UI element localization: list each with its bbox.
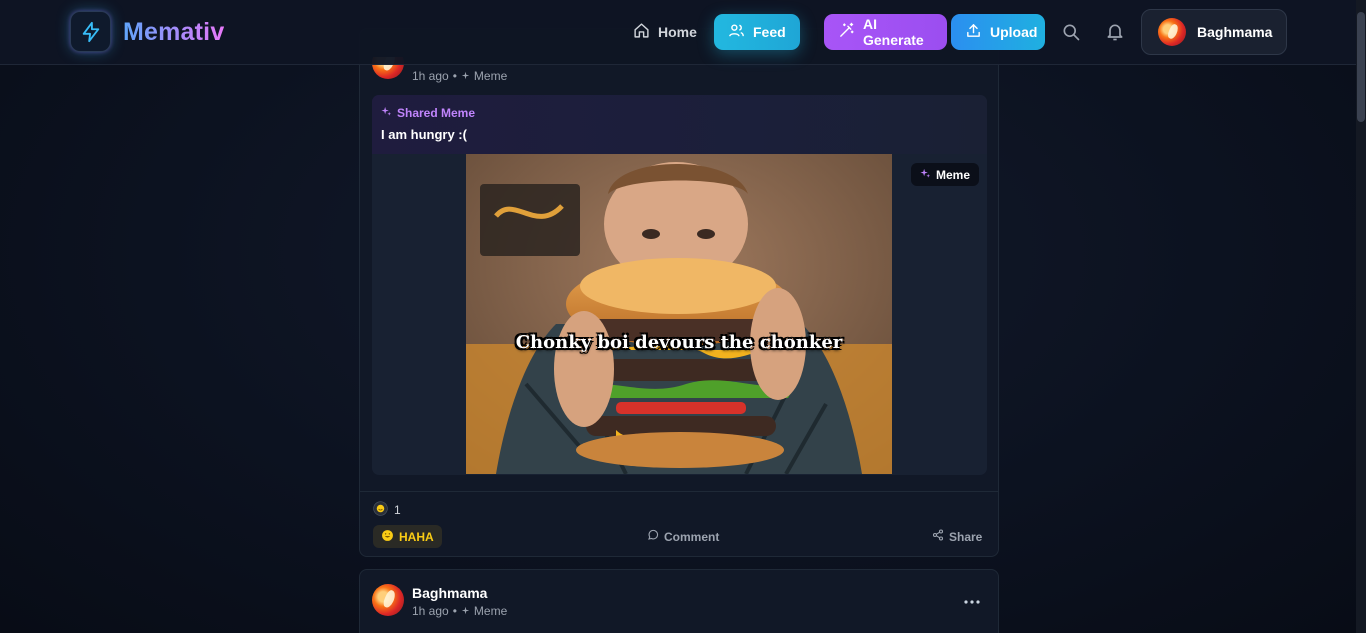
avatar bbox=[1158, 18, 1186, 46]
feed-post-card: 1h ago • Meme Shared Meme I am hungry :( bbox=[359, 28, 999, 557]
laugh-emoji-icon bbox=[381, 529, 394, 545]
upload-label: Upload bbox=[990, 24, 1038, 40]
brand-name[interactable]: Memativ bbox=[123, 18, 224, 47]
top-navbar: Memativ Home Feed AI Generate Upload Bag… bbox=[0, 0, 1356, 65]
reaction-count: 1 bbox=[394, 503, 401, 517]
laugh-emoji-icon bbox=[373, 501, 388, 519]
nav-home-label: Home bbox=[658, 24, 697, 40]
share-icon bbox=[932, 529, 944, 544]
nav-feed-label: Feed bbox=[753, 24, 786, 40]
meta-separator: • bbox=[452, 604, 457, 618]
comment-button[interactable]: Comment bbox=[647, 529, 719, 544]
card-divider bbox=[360, 491, 998, 492]
shared-meme-label: Shared Meme bbox=[397, 106, 476, 120]
scrollbar-thumb[interactable] bbox=[1357, 12, 1365, 122]
ai-generate-label: AI Generate bbox=[863, 16, 924, 48]
logo-icon[interactable] bbox=[70, 11, 111, 52]
magic-wand-icon bbox=[838, 22, 855, 42]
sparkle-icon bbox=[461, 69, 470, 83]
post-time: 1h ago bbox=[412, 69, 449, 83]
post-time: 1h ago bbox=[412, 604, 449, 618]
post-type: Meme bbox=[473, 604, 508, 618]
haha-reaction-button[interactable]: HAHA bbox=[373, 525, 442, 548]
upload-icon bbox=[965, 22, 982, 42]
feed-post-card: Baghmama 1h ago • Meme bbox=[359, 569, 999, 633]
upload-button[interactable]: Upload bbox=[951, 14, 1045, 50]
sparkles-icon bbox=[381, 106, 392, 120]
search-icon[interactable] bbox=[1059, 20, 1083, 44]
shared-meme-box[interactable]: Shared Meme I am hungry :(Chonky boi de… bbox=[372, 95, 987, 475]
shared-meme-tag: Shared Meme bbox=[381, 106, 475, 120]
more-options-icon[interactable] bbox=[962, 594, 982, 604]
nav-feed-button[interactable]: Feed bbox=[714, 14, 800, 50]
meme-caption: Chonky boi devours the chonker bbox=[515, 332, 843, 353]
reaction-summary[interactable]: 1 bbox=[373, 501, 401, 519]
bell-icon[interactable] bbox=[1103, 20, 1127, 44]
comment-label: Comment bbox=[664, 529, 720, 544]
share-button[interactable]: Share bbox=[932, 529, 982, 544]
nav-home-button[interactable]: Home bbox=[619, 14, 708, 50]
post-author[interactable]: Baghmama bbox=[412, 585, 487, 601]
profile-menu-button[interactable]: Baghmama bbox=[1141, 9, 1287, 55]
ai-generate-button[interactable]: AI Generate bbox=[824, 14, 947, 50]
meta-separator: • bbox=[452, 69, 457, 83]
page-scrollbar[interactable] bbox=[1356, 0, 1366, 633]
meme-illustration bbox=[466, 154, 892, 474]
comment-icon bbox=[647, 529, 659, 544]
haha-reaction-label: HAHA bbox=[399, 529, 434, 544]
meme-badge: Meme bbox=[911, 163, 980, 186]
users-icon bbox=[728, 22, 745, 42]
shared-meme-title: I am hungry :( bbox=[381, 127, 467, 142]
share-label: Share bbox=[949, 529, 983, 544]
post-meta: 1h ago • Meme bbox=[412, 69, 507, 83]
shared-meme-header: Shared Meme I am hungry :( bbox=[372, 95, 987, 154]
sparkles-icon bbox=[920, 168, 931, 182]
sparkle-icon bbox=[461, 604, 470, 618]
post-meta: 1h ago • Meme bbox=[412, 604, 507, 618]
profile-username: Baghmama bbox=[1197, 24, 1273, 40]
home-icon bbox=[633, 22, 650, 42]
post-type: Meme bbox=[473, 69, 508, 83]
meme-image[interactable]: Chonky boi devours the chonker bbox=[466, 154, 892, 474]
avatar[interactable] bbox=[372, 584, 404, 616]
meme-badge-label: Meme bbox=[936, 167, 971, 182]
